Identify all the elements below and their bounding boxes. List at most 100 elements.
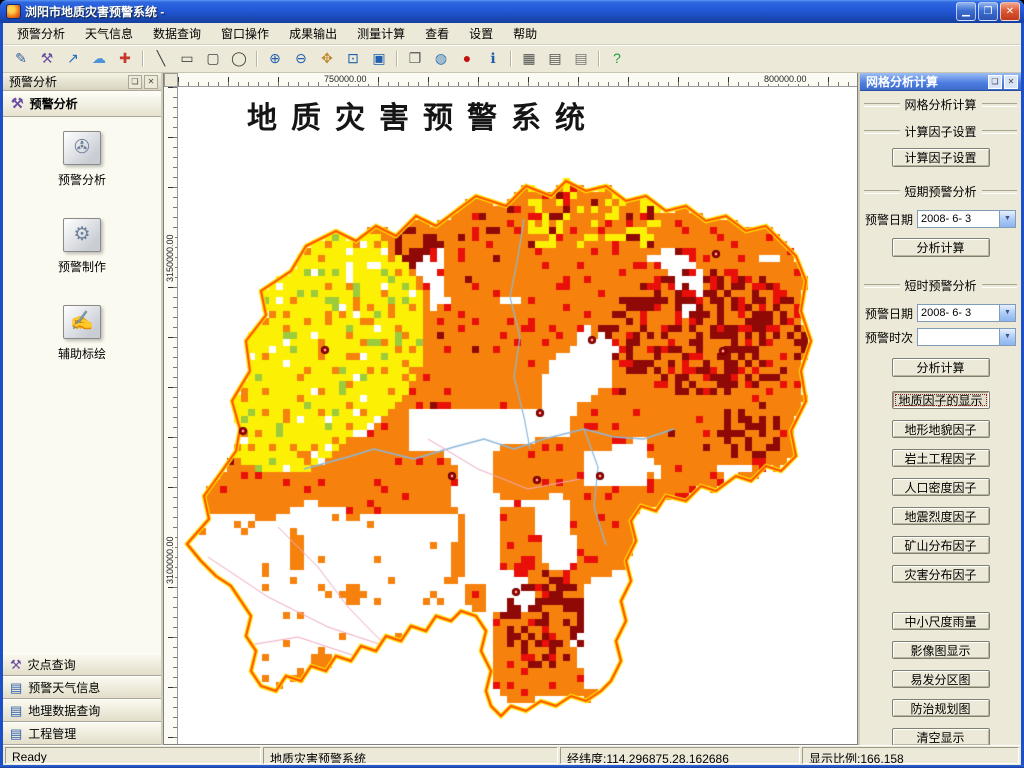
risk-map-canvas[interactable] (178, 87, 857, 744)
toolbar-button[interactable]: ⊖ (289, 47, 313, 70)
combo-value: 2008- 6- 3 (921, 213, 972, 225)
short-time-times-row: 预警时次 ▼ (860, 328, 1021, 346)
tool-label: 辅助标绘 (57, 347, 106, 361)
toolbar-button[interactable]: ● (455, 47, 479, 70)
menu-item[interactable]: 帮助 (503, 22, 547, 45)
section-bar-icon: ⚒ (10, 656, 22, 672)
short-term-analyze-button[interactable]: 分析计算 (891, 238, 990, 257)
ruler-corner (164, 73, 178, 87)
menu-item[interactable]: 设置 (459, 22, 503, 45)
tool-item[interactable]: ⚙ 预警制作 (58, 218, 106, 275)
tool-icon: ✍ (62, 305, 101, 339)
toolbar-button[interactable]: ▣ (367, 47, 398, 70)
toolbar-button[interactable]: ▤ (569, 47, 600, 70)
toolbar-button[interactable]: ◍ (429, 47, 453, 70)
toolbar-button[interactable]: ❐ (403, 47, 427, 70)
left-panel-header-label: 预警分析 (29, 97, 78, 111)
panel-close-icon[interactable]: ✕ (144, 74, 158, 89)
toolbar-button[interactable]: ℹ (481, 47, 512, 70)
window-control-button[interactable]: ✕ (1000, 2, 1020, 21)
short-time-caption: 短时预警分析 (860, 277, 1021, 294)
menu-item[interactable]: 测量计算 (347, 22, 415, 45)
toolbar-button[interactable]: ⊡ (341, 47, 365, 70)
short-term-caption: 短期预警分析 (860, 183, 1021, 200)
app-window: 浏阳市地质灾害预警系统 - ▁ ❐ ✕ 预警分析 天气信息 数据查询 窗口操作 … (0, 0, 1024, 768)
short-term-date-combo[interactable]: 2008- 6- 3 ▼ (917, 210, 1016, 228)
map-view[interactable]: 地质灾害预警系统 (178, 87, 857, 744)
left-panel-titlebar: 预警分析 ❏ ✕ (3, 73, 161, 91)
panel-pin-icon[interactable]: ❏ (988, 74, 1002, 89)
toolbar: ✎ ⚒ ↗ ☁ ✚ ╲ ▭ ▢ ◯ ⊕ ⊖ ✥ ⊡ ▣ ❐ ◍ ● ℹ ▦ ▤ … (3, 45, 1021, 73)
display-button[interactable]: 影像图显示 (891, 641, 990, 659)
factor-button[interactable]: 地形地貌因子 (891, 420, 990, 438)
chevron-down-icon[interactable]: ▼ (999, 305, 1015, 321)
display-button[interactable]: 中小尺度雨量 (891, 612, 990, 630)
factor-button[interactable]: 人口密度因子 (891, 478, 990, 496)
panel-section-bar[interactable]: ▤ 预警天气信息 (3, 676, 161, 699)
panel-section-bar[interactable]: ▤ 地理数据查询 (3, 699, 161, 722)
factor-setup-button[interactable]: 计算因子设置 (891, 148, 990, 167)
section-bar-label: 灾点查询 (27, 658, 76, 672)
toolbar-button[interactable]: ✚ (113, 47, 144, 70)
panel-pin-icon[interactable]: ❏ (128, 74, 142, 89)
toolbar-button[interactable]: ✥ (315, 47, 339, 70)
short-time-times-combo[interactable]: ▼ (917, 328, 1016, 346)
short-time-date-combo[interactable]: 2008- 6- 3 ▼ (917, 304, 1016, 322)
right-panel-title: 网格分析计算 (866, 75, 939, 89)
toolbar-button[interactable]: ▦ (517, 47, 541, 70)
toolbar-button[interactable]: ✎ (9, 47, 33, 70)
menu-item[interactable]: 天气信息 (75, 22, 143, 45)
short-term-date-row: 预警日期 2008- 6- 3 ▼ (860, 210, 1021, 228)
panel-section-bar[interactable]: ▤ 工程管理 (3, 722, 161, 745)
factor-button[interactable]: 地震烈度因子 (891, 507, 990, 525)
right-panel-titlebar: 网格分析计算 ❏ ✕ (860, 73, 1021, 91)
factor-button[interactable]: 灾害分布因子 (891, 565, 990, 583)
main-content: 预警分析 ❏ ✕ ⚒ 预警分析 ✇ 预警分析 ⚙ 预警制作 ✍ 辅助标绘 ⚒ 灾… (3, 73, 1021, 745)
display-button[interactable]: 易发分区图 (891, 670, 990, 688)
stamp-icon: ⚒ (11, 95, 24, 111)
status-bar: Ready 地质灾害预警系统 经纬度:114.296875,28.162686 … (3, 745, 1021, 765)
toolbar-button[interactable]: ⚒ (35, 47, 59, 70)
factor-button[interactable]: 矿山分布因子 (891, 536, 990, 554)
section-bar-label: 地理数据查询 (28, 704, 101, 718)
toolbar-button[interactable]: ☁ (87, 47, 111, 70)
toolbar-button[interactable]: ? (605, 47, 629, 70)
display-button[interactable]: 防治规划图 (891, 699, 990, 717)
app-body: 预警分析 天气信息 数据查询 窗口操作 成果输出 测量计算 查看 设置 帮助 ✎ (3, 23, 1021, 765)
toolbar-button[interactable]: ↗ (61, 47, 85, 70)
tool-item[interactable]: ✇ 预警分析 (58, 131, 106, 188)
display-button[interactable]: 清空显示 (891, 728, 990, 745)
grid-analysis-panel: 网格分析计算 ❏ ✕ 网格分析计算 计算因子设置 计算因子设置 短期预警分析 预… (858, 73, 1021, 745)
window-control-button[interactable]: ❐ (978, 2, 998, 21)
tool-label: 预警分析 (57, 173, 106, 187)
toolbar-button[interactable]: ╲ (149, 47, 173, 70)
menu-item[interactable]: 成果输出 (279, 22, 347, 45)
menu-item[interactable]: 窗口操作 (211, 22, 279, 45)
menu-item[interactable]: 数据查询 (143, 22, 211, 45)
panel-close-icon[interactable]: ✕ (1004, 74, 1018, 89)
toolbar-button[interactable]: ⊕ (263, 47, 287, 70)
factor-setup-caption: 计算因子设置 (860, 123, 1021, 140)
date-label: 预警日期 (865, 212, 914, 227)
status-scale: 显示比例:166.158 (802, 747, 1019, 764)
menu-item[interactable]: 预警分析 (7, 22, 75, 45)
panel-section-list: ⚒ 灾点查询 ▤ 预警天气信息 ▤ 地理数据查询 ▤ 工程管理 (3, 653, 161, 745)
panel-section-bar[interactable]: ⚒ 灾点查询 (3, 653, 161, 676)
toolbar-button[interactable]: ▢ (201, 47, 225, 70)
toolbar-button[interactable]: ◯ (227, 47, 258, 70)
chevron-down-icon[interactable]: ▼ (999, 211, 1015, 227)
map-area: 750000.00 800000.00 3150000.00 3100000.0… (163, 73, 858, 745)
short-time-analyze-button[interactable]: 分析计算 (891, 358, 990, 377)
factor-button[interactable]: 地质因子的显示 (891, 391, 990, 409)
factor-button-list: 地质因子的显示 地形地貌因子 岩土工程因子 人口密度因子 地震烈度因子 矿山分布… (860, 391, 1021, 594)
menu-item[interactable]: 查看 (415, 22, 459, 45)
tool-item[interactable]: ✍ 辅助标绘 (58, 305, 106, 362)
tool-list: ✇ 预警分析 ⚙ 预警制作 ✍ 辅助标绘 (3, 117, 161, 653)
toolbar-button[interactable]: ▭ (175, 47, 199, 70)
toolbar-button[interactable]: ▤ (543, 47, 567, 70)
time-label: 预警时次 (865, 330, 914, 345)
window-control-button[interactable]: ▁ (956, 2, 976, 21)
chevron-down-icon[interactable]: ▼ (999, 329, 1015, 345)
factor-button[interactable]: 岩土工程因子 (891, 449, 990, 467)
window-title: 浏阳市地质灾害预警系统 - (25, 5, 165, 19)
